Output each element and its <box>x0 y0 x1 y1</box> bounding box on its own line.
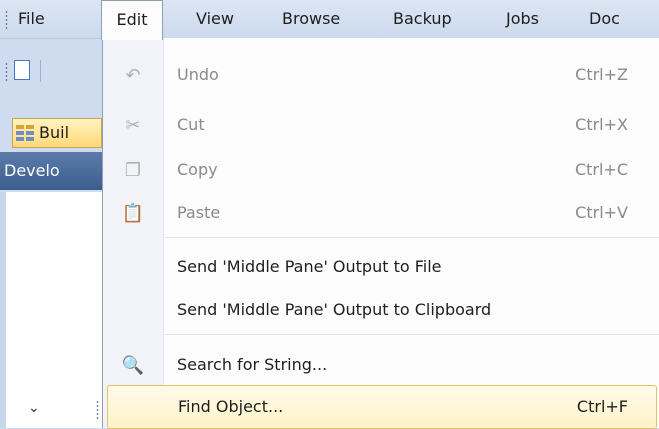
menu-file[interactable]: File <box>18 0 45 38</box>
cut-icon: ✂ <box>125 115 141 136</box>
menu-item-send-output-file[interactable]: Send 'Middle Pane' Output to File <box>103 246 659 290</box>
menu-item-label: Find Object... <box>178 397 284 416</box>
menu-jobs[interactable]: Jobs <box>506 0 539 38</box>
menu-item-cut[interactable]: ✂ Cut Ctrl+X <box>103 104 659 148</box>
left-pane <box>0 192 104 428</box>
menu-item-search-string[interactable]: 🔍 Search for String... <box>103 344 659 388</box>
menu-browse[interactable]: Browse <box>282 0 340 38</box>
menu-item-label: Copy <box>177 160 218 179</box>
menu-item-shortcut: Ctrl+C <box>574 160 628 179</box>
menu-item-send-output-clipboard[interactable]: Send 'Middle Pane' Output to Clipboard <box>103 289 659 333</box>
menu-item-find-object[interactable]: Find Object... Ctrl+F <box>107 385 657 429</box>
menu-item-shortcut: Ctrl+V <box>575 203 628 222</box>
menu-item-label: Cut <box>177 115 205 134</box>
development-header: Develo <box>0 152 102 190</box>
builder-tab[interactable]: Buil <box>12 118 102 148</box>
toolbar <box>0 56 100 88</box>
undo-icon: ↶ <box>125 65 141 86</box>
new-document-icon[interactable] <box>14 60 30 80</box>
menu-backup[interactable]: Backup <box>393 0 452 38</box>
menu-separator <box>165 334 659 335</box>
menu-view[interactable]: View <box>196 0 234 38</box>
menu-edit[interactable]: Edit <box>101 0 163 40</box>
menu-item-label: Send 'Middle Pane' Output to File <box>177 257 442 276</box>
search-icon: 🔍 <box>121 355 145 376</box>
chevron-down-icon[interactable]: ⌄ <box>28 400 40 416</box>
menubar-grip[interactable] <box>5 10 8 30</box>
toolbar-separator <box>40 60 41 82</box>
menu-item-undo[interactable]: ↶ Undo Ctrl+Z <box>103 54 659 98</box>
menu-doc[interactable]: Doc <box>589 0 620 38</box>
copy-icon: ❐ <box>124 160 142 181</box>
menu-item-shortcut: Ctrl+F <box>576 397 628 416</box>
menu-item-copy[interactable]: ❐ Copy Ctrl+C <box>103 149 659 193</box>
development-header-label: Develo <box>4 161 60 180</box>
menu-item-label: Search for String... <box>177 355 328 374</box>
menu-bar: File Edit View Browse Backup Jobs Doc <box>0 0 659 40</box>
menu-item-paste[interactable]: 📋 Paste Ctrl+V <box>103 192 659 236</box>
menu-separator <box>165 237 659 238</box>
menu-item-label: Undo <box>177 65 219 84</box>
edit-menu-dropdown: ↶ Undo Ctrl+Z ✂ Cut Ctrl+X ❐ Copy Ctrl+C… <box>102 38 659 429</box>
menu-item-shortcut: Ctrl+Z <box>575 65 628 84</box>
paste-icon: 📋 <box>121 203 145 224</box>
builder-tab-label: Buil <box>39 123 70 142</box>
menu-item-label: Send 'Middle Pane' Output to Clipboard <box>177 300 492 319</box>
toolbar-grip[interactable] <box>5 62 8 82</box>
menu-item-shortcut: Ctrl+X <box>575 115 628 134</box>
grid-icon <box>16 125 34 141</box>
pane-grip[interactable] <box>96 400 99 420</box>
menu-item-label: Paste <box>177 203 221 222</box>
